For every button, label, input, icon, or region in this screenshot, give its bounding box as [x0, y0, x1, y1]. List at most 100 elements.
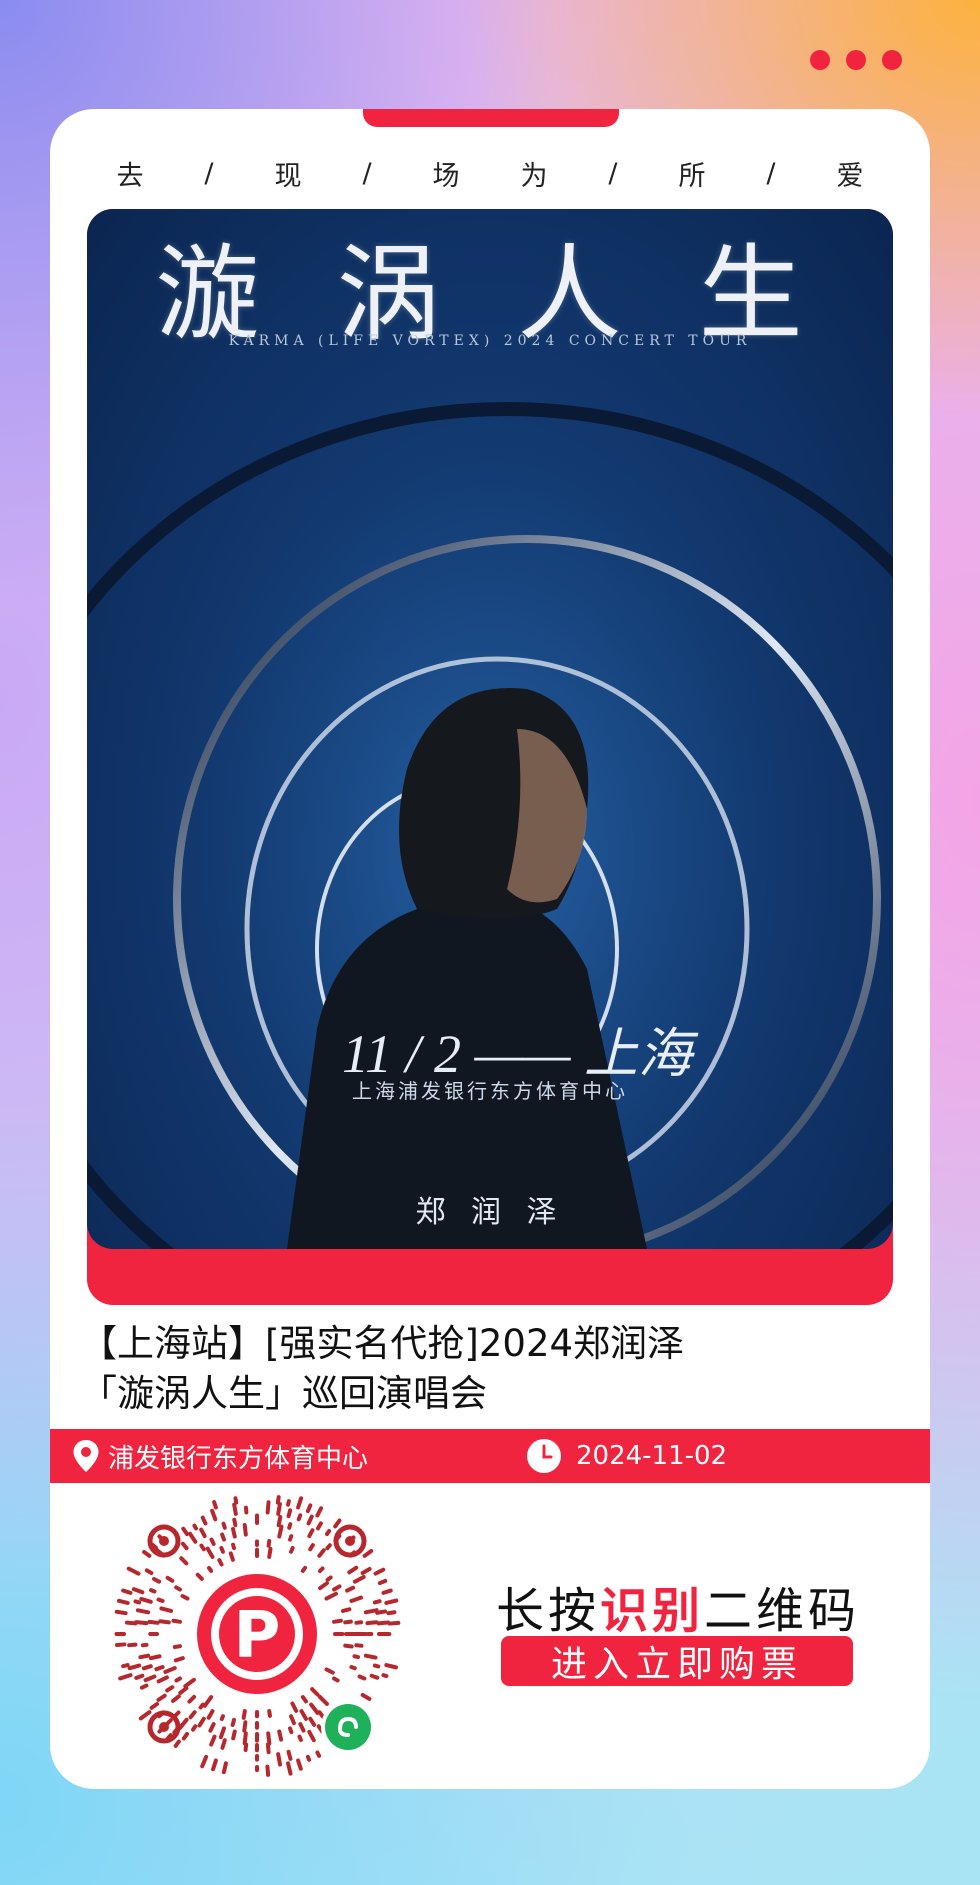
qr-module: [267, 1546, 273, 1559]
qr-module: [134, 1620, 149, 1626]
qr-module: [219, 1545, 225, 1554]
qr-module: [172, 1644, 182, 1650]
qr-module: [265, 1742, 271, 1755]
qr-module: [199, 1543, 206, 1552]
qr-module: [376, 1620, 391, 1626]
qr-module: [138, 1653, 151, 1660]
map-pin-icon: [73, 1440, 99, 1472]
qr-module: [307, 1528, 315, 1539]
cta-highlight: 识别: [600, 1583, 705, 1639]
qr-module: [277, 1524, 284, 1539]
qr-module: [139, 1596, 153, 1604]
qr-module: [149, 1701, 160, 1710]
qr-module: [209, 1537, 216, 1546]
qr-module: [207, 1565, 214, 1573]
svg-text:P: P: [234, 1599, 281, 1673]
clock-icon: [527, 1439, 561, 1473]
qr-module: [289, 1545, 295, 1554]
venue-info: 浦发银行东方体育中心: [72, 1429, 368, 1483]
slogan-separator: /: [766, 157, 776, 189]
qr-module: [121, 1588, 133, 1595]
qr-module: [154, 1665, 165, 1672]
slogan-separator: /: [204, 157, 214, 189]
qr-module: [173, 1739, 181, 1748]
qr-module: [372, 1663, 381, 1669]
qr-module: [180, 1594, 190, 1601]
qr-module: [305, 1754, 312, 1762]
qr-module: [300, 1565, 308, 1573]
qr-module: [317, 1710, 326, 1720]
concert-poster-image[interactable]: 漩 涡 人 生 KARMA (LIFE VORTEX) 2024 CONCERT…: [87, 209, 893, 1249]
qr-module: [233, 1496, 239, 1505]
qr-module: [343, 1643, 354, 1649]
qr-module: [197, 1716, 206, 1728]
more-options-icon[interactable]: [810, 50, 902, 70]
slogan-char: 所: [678, 160, 706, 192]
mini-program-qr-code[interactable]: P: [112, 1489, 402, 1779]
qr-module: [315, 1750, 322, 1758]
qr-module: [317, 1548, 326, 1558]
qr-module: [188, 1531, 198, 1544]
qr-module: [218, 1726, 226, 1740]
qr-module: [354, 1643, 364, 1648]
qr-module: [308, 1716, 317, 1727]
qr-module: [199, 1527, 207, 1539]
qr-module: [317, 1694, 329, 1706]
qr-module: [134, 1673, 145, 1680]
qr-module: [289, 1714, 296, 1726]
qr-module: [183, 1677, 196, 1689]
date-info: 2024-11-02: [526, 1429, 727, 1483]
qr-module: [231, 1729, 237, 1741]
qr-module: [242, 1720, 248, 1733]
slogan-separator: /: [608, 157, 618, 189]
qr-module: [377, 1578, 388, 1586]
qr-module: [343, 1619, 353, 1625]
qr-module: [325, 1575, 333, 1582]
qr-module: [287, 1522, 293, 1530]
qr-module: [198, 1702, 205, 1710]
qr-module: [354, 1620, 364, 1625]
qr-module: [174, 1676, 182, 1683]
qr-module: [357, 1674, 367, 1681]
date-text: 2024-11-02: [576, 1441, 728, 1471]
qr-module: [212, 1500, 218, 1510]
qr-module: [158, 1619, 171, 1625]
qr-module: [180, 1541, 189, 1551]
card-top-tab: [363, 109, 619, 127]
qr-module: [308, 1543, 315, 1552]
qr-module: [177, 1717, 189, 1731]
buy-ticket-button[interactable]: 进入立即购票: [501, 1636, 853, 1686]
qr-module: [149, 1588, 157, 1594]
poster-venue: 上海浦发银行东方体育中心: [352, 1079, 628, 1103]
venue-text: 浦发银行东方体育中心: [108, 1443, 369, 1474]
qr-module: [360, 1693, 372, 1701]
qr-module: [138, 1710, 152, 1721]
qr-module: [243, 1742, 249, 1753]
qr-module: [208, 1722, 216, 1733]
qr-module: [300, 1695, 308, 1704]
qr-module: [173, 1656, 185, 1663]
qr-module: [156, 1675, 169, 1684]
qr-module: [298, 1722, 306, 1733]
qr-module: [288, 1534, 294, 1542]
qr-module: [384, 1598, 399, 1605]
qr-module: [318, 1581, 329, 1591]
qr-module: [277, 1729, 284, 1742]
qr-module: [333, 1518, 342, 1529]
qr-module: [228, 1551, 235, 1562]
qr-module: [384, 1663, 399, 1670]
qr-module: [195, 1572, 204, 1581]
cta-prefix: 长按: [496, 1583, 601, 1639]
qr-module: [205, 1546, 215, 1559]
qr-module: [174, 1585, 182, 1592]
qr-module: [242, 1731, 248, 1746]
qr-module: [297, 1734, 303, 1742]
qr-module: [114, 1609, 128, 1616]
qr-module: [231, 1542, 236, 1551]
qr-module: [200, 1515, 208, 1526]
qr-module: [324, 1667, 335, 1675]
qr-module: [288, 1726, 294, 1735]
qr-module: [127, 1642, 138, 1648]
qr-module: [142, 1549, 152, 1558]
dot: [846, 50, 866, 70]
